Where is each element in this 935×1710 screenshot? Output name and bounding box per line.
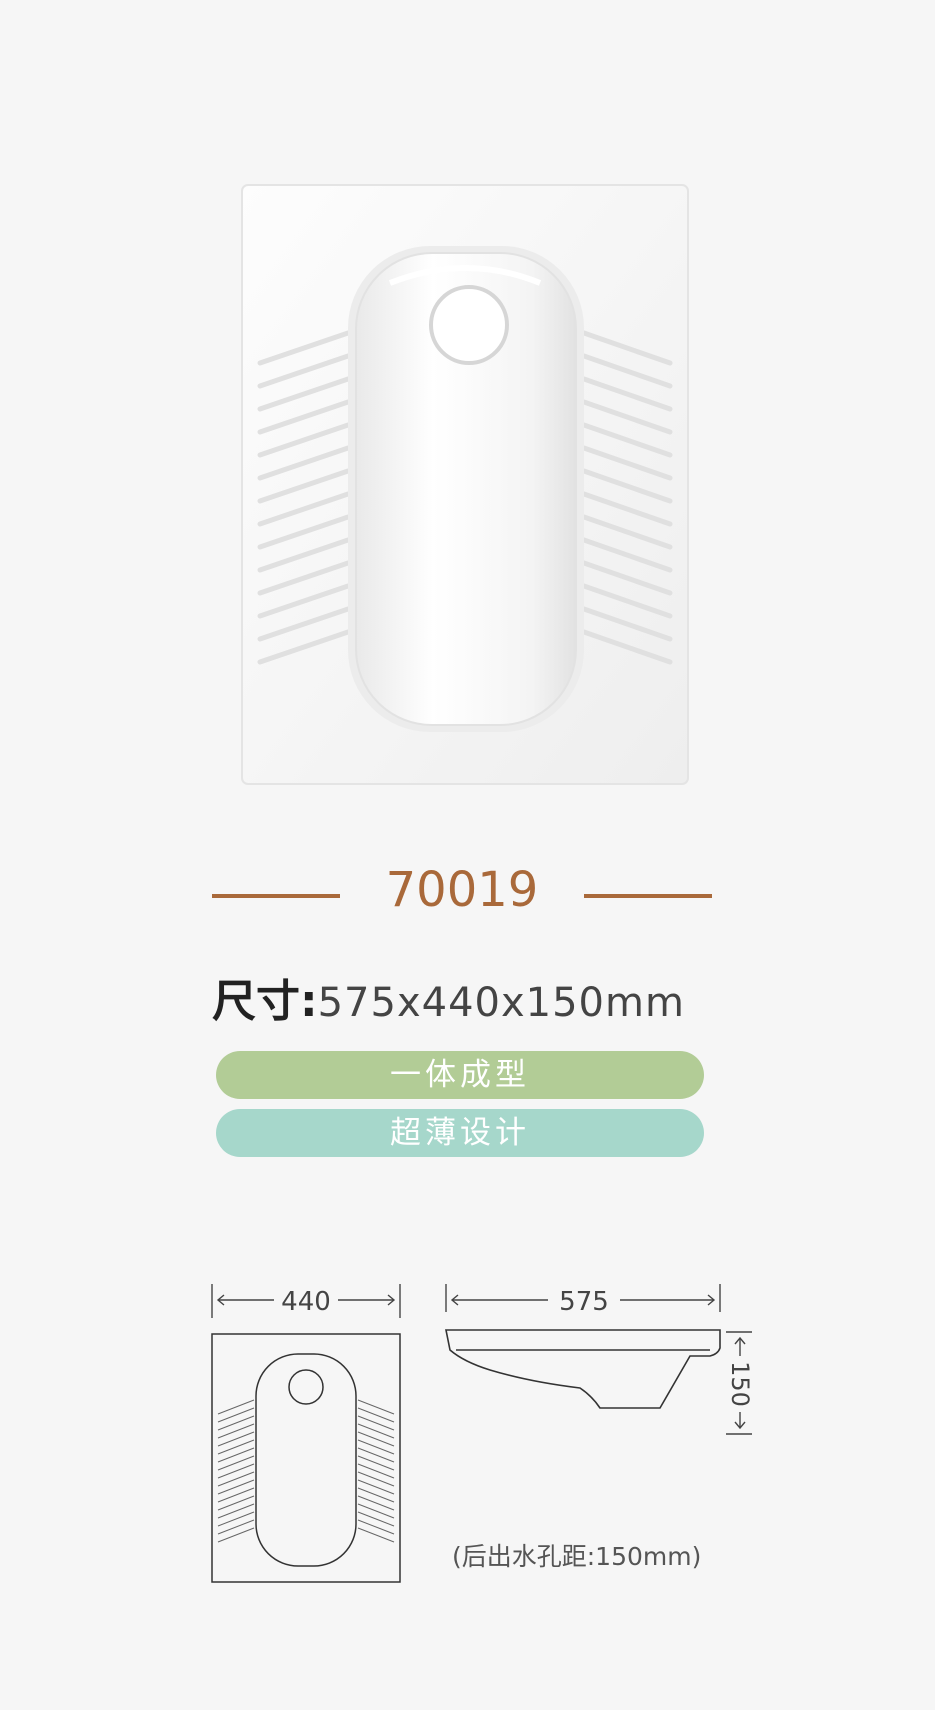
feature-pill-one-piece: 一体成型 bbox=[216, 1051, 704, 1099]
size-value: 575x440x150mm bbox=[317, 980, 685, 1026]
top-view bbox=[211, 1333, 401, 1583]
title-divider-left bbox=[212, 894, 340, 898]
top-view-ridges bbox=[217, 1399, 395, 1543]
size-label: 尺寸: bbox=[212, 976, 318, 1027]
side-view bbox=[445, 1329, 721, 1409]
model-title-row: 70019 bbox=[212, 860, 712, 930]
product-photo bbox=[241, 184, 689, 785]
side-view-height-label: 150 bbox=[726, 1361, 754, 1407]
side-view-length-label: 575 bbox=[559, 1287, 609, 1317]
title-divider-right bbox=[584, 894, 712, 898]
top-view-width-label: 440 bbox=[281, 1287, 331, 1317]
size-row: 尺寸:575x440x150mm bbox=[212, 965, 732, 1027]
feature-pill-ultra-thin: 超薄设计 bbox=[216, 1109, 704, 1157]
model-number: 70019 bbox=[385, 862, 539, 918]
drain-distance-note: (后出水孔距:150mm) bbox=[452, 1542, 702, 1571]
